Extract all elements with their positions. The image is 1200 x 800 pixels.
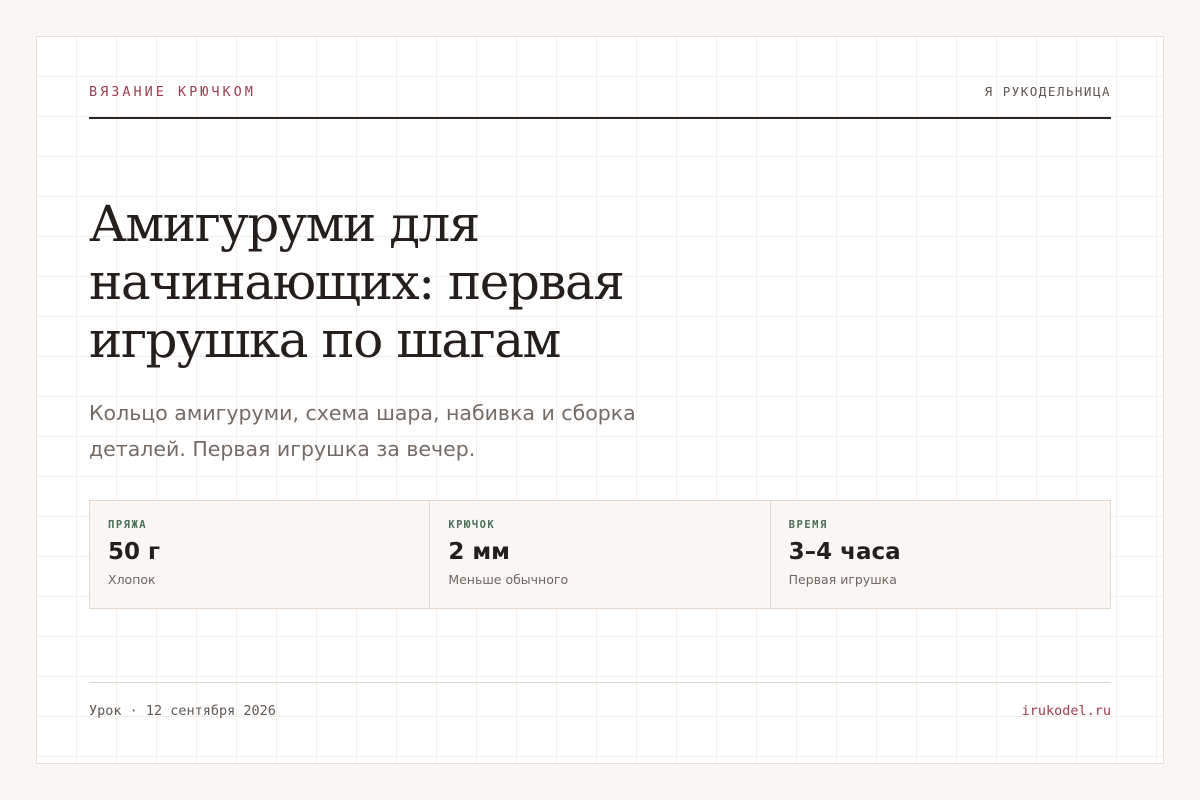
stat-time: ВРЕМЯ 3–4 часа Первая игрушка: [771, 501, 1110, 608]
article-card: ВЯЗАНИЕ КРЮЧКОМ Я РУКОДЕЛЬНИЦА Амигуруми…: [36, 36, 1164, 764]
stat-yarn: ПРЯЖА 50 г Хлопок: [90, 501, 431, 608]
article-title: Амигуруми для начинающих: первая игрушка…: [89, 195, 625, 369]
stat-value: 3–4 часа: [788, 539, 901, 565]
category-label[interactable]: ВЯЗАНИЕ КРЮЧКОМ: [89, 83, 256, 101]
stat-label: ВРЕМЯ: [788, 519, 828, 531]
site-brand[interactable]: Я РУКОДЕЛЬНИЦА: [985, 83, 1111, 101]
stat-value: 2 мм: [448, 539, 510, 565]
stat-note: Меньше обычного: [448, 572, 569, 587]
site-link[interactable]: irukodel.ru: [1022, 702, 1111, 720]
stat-hook: КРЮЧОК 2 мм Меньше обычного: [430, 501, 771, 608]
footer-bar: Урок · 12 сентября 2026 irukodel.ru: [89, 682, 1111, 722]
stat-note: Хлопок: [108, 572, 156, 587]
lesson-date: Урок · 12 сентября 2026: [89, 703, 276, 719]
stats-panel: ПРЯЖА 50 г Хлопок КРЮЧОК 2 мм Меньше обы…: [89, 500, 1111, 609]
stat-note: Первая игрушка: [788, 572, 897, 587]
stat-value: 50 г: [108, 539, 161, 565]
stat-label: ПРЯЖА: [108, 519, 148, 531]
header-bar: ВЯЗАНИЕ КРЮЧКОМ Я РУКОДЕЛЬНИЦА: [89, 83, 1111, 119]
article-subtitle: Кольцо амигуруми, схема шара, набивка и …: [89, 401, 636, 461]
stat-label: КРЮЧОК: [448, 519, 496, 531]
